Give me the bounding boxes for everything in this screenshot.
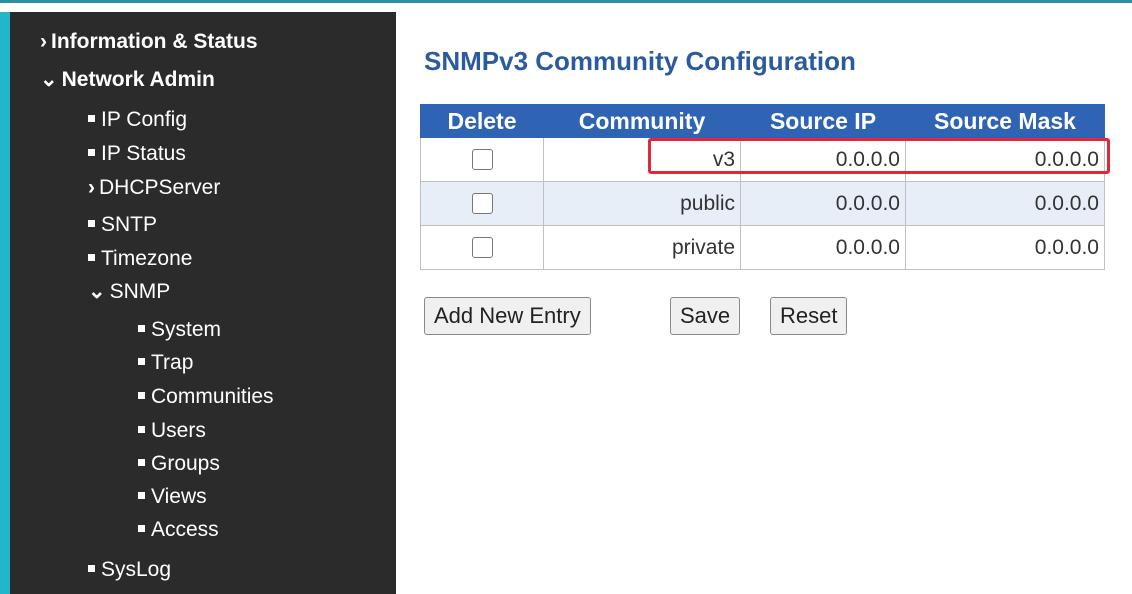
header-delete: Delete — [420, 104, 544, 138]
bullet-icon — [88, 219, 95, 227]
sidebar-item-label: DHCPServer — [99, 176, 221, 199]
sidebar-item-timezone[interactable]: Timezone — [88, 247, 192, 271]
add-new-entry-button[interactable]: Add New Entry — [424, 297, 591, 335]
bullet-icon — [88, 564, 95, 572]
bullet-icon — [88, 114, 95, 122]
sidebar-item-label: Views — [151, 485, 207, 508]
sidebar-item-communities[interactable]: Communities — [138, 385, 274, 409]
sidebar-item-dhcpserver[interactable]: › DHCPServer — [88, 176, 220, 200]
community-cell[interactable]: private — [543, 225, 741, 270]
chevron-down-icon: ⌄ — [40, 68, 58, 91]
sidebar-nav: › Information & Status ⌄ Network Admin IP … — [0, 12, 396, 594]
table-header-row: Delete Community Source IP Source Mask — [420, 104, 1105, 138]
delete-cell — [420, 181, 544, 226]
delete-cell — [420, 225, 544, 270]
sidebar-item-system[interactable]: System — [138, 318, 221, 342]
source-mask-cell[interactable]: 0.0.0.0 — [905, 137, 1105, 182]
delete-checkbox[interactable] — [471, 193, 493, 215]
sidebar-item-groups[interactable]: Groups — [138, 452, 220, 476]
sidebar-item-information-status[interactable]: › Information & Status — [40, 30, 258, 54]
sidebar-item-label: SNMP — [109, 280, 171, 303]
sidebar-item-trap[interactable]: Trap — [138, 351, 193, 375]
sidebar-item-snmp[interactable]: ⌄ SNMP — [88, 280, 170, 304]
sidebar-item-label: SNTP — [101, 213, 158, 236]
sidebar-item-label: System — [151, 318, 222, 341]
page-title: SNMPv3 Community Configuration — [424, 46, 856, 76]
chevron-down-icon: ⌄ — [88, 280, 106, 303]
sidebar-item-label: IP Status — [101, 142, 186, 165]
sidebar-item-network-admin[interactable]: ⌄ Network Admin — [40, 68, 215, 92]
sidebar-item-label: Users — [151, 419, 206, 442]
sidebar-item-ip-status[interactable]: IP Status — [88, 142, 186, 166]
bullet-icon — [88, 148, 95, 156]
source-mask-cell[interactable]: 0.0.0.0 — [905, 225, 1105, 270]
header-source-mask: Source Mask — [905, 104, 1105, 138]
delete-cell — [420, 137, 544, 182]
sidebar-item-ip-config[interactable]: IP Config — [88, 108, 187, 132]
bullet-icon — [138, 391, 145, 399]
sidebar-item-label: Trap — [151, 351, 194, 374]
table-row: public 0.0.0.0 0.0.0.0 — [420, 181, 1105, 226]
sidebar-item-label: Network Admin — [61, 68, 215, 91]
table-row: v3 0.0.0.0 0.0.0.0 — [420, 137, 1105, 182]
source-mask-cell[interactable]: 0.0.0.0 — [905, 181, 1105, 226]
top-border — [0, 0, 1132, 12]
sidebar-item-label: Groups — [151, 452, 220, 475]
bullet-icon — [138, 491, 145, 499]
source-ip-cell[interactable]: 0.0.0.0 — [740, 181, 906, 226]
sidebar-item-label: SysLog — [101, 558, 172, 581]
sidebar-item-label: Information & Status — [51, 30, 258, 53]
sidebar-item-label: IP Config — [101, 108, 187, 131]
bullet-icon — [138, 425, 145, 433]
community-table: Delete Community Source IP Source Mask v… — [420, 104, 1105, 270]
delete-checkbox[interactable] — [471, 237, 493, 259]
bullet-icon — [88, 253, 95, 261]
source-ip-cell[interactable]: 0.0.0.0 — [740, 225, 906, 270]
bullet-icon — [138, 524, 145, 532]
sidebar-item-access[interactable]: Access — [138, 518, 219, 542]
community-cell[interactable]: v3 — [543, 137, 741, 182]
sidebar-item-sntp[interactable]: SNTP — [88, 213, 157, 237]
sidebar-item-label: Communities — [151, 385, 274, 408]
bullet-icon — [138, 324, 145, 332]
bullet-icon — [138, 458, 145, 466]
delete-checkbox[interactable] — [471, 149, 493, 171]
sidebar-item-views[interactable]: Views — [138, 485, 207, 509]
save-button[interactable]: Save — [670, 297, 741, 335]
reset-button[interactable]: Reset — [770, 297, 848, 335]
sidebar-item-users[interactable]: Users — [138, 419, 206, 443]
header-source-ip: Source IP — [740, 104, 906, 138]
table-row: private 0.0.0.0 0.0.0.0 — [420, 225, 1105, 270]
header-community: Community — [543, 104, 741, 138]
main-content: SNMPv3 Community Configuration Delete Co… — [396, 12, 1132, 594]
sidebar-item-label: Access — [151, 518, 219, 541]
sidebar-item-label: Timezone — [101, 247, 193, 270]
sidebar-item-syslog[interactable]: SysLog — [88, 558, 171, 582]
chevron-right-icon: › — [40, 30, 47, 53]
chevron-right-icon: › — [88, 176, 95, 199]
community-cell[interactable]: public — [543, 181, 741, 226]
source-ip-cell[interactable]: 0.0.0.0 — [740, 137, 906, 182]
bullet-icon — [138, 357, 145, 365]
